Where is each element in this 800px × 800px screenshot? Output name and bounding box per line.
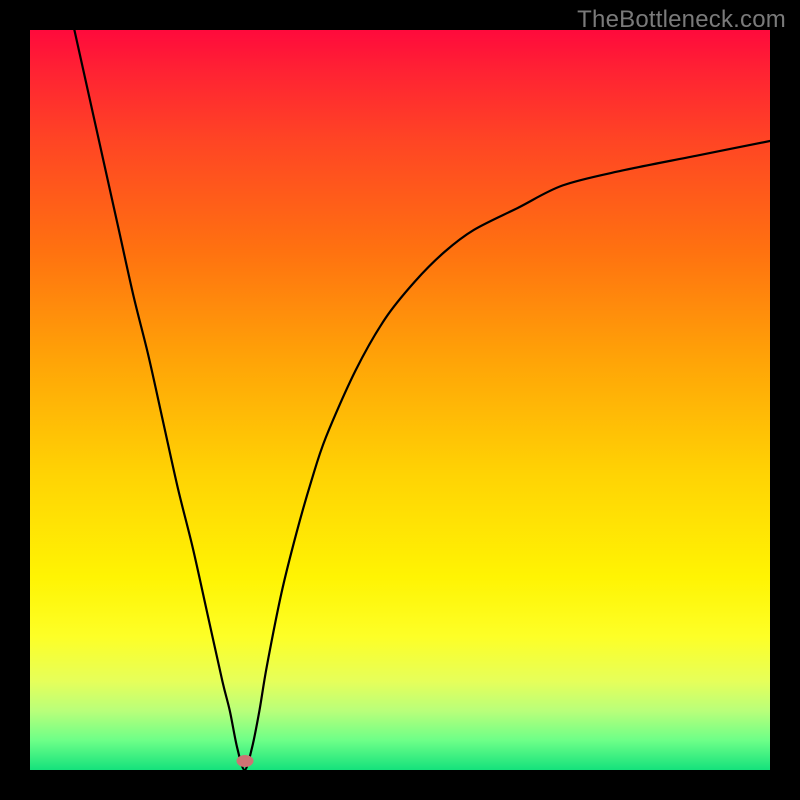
curve-svg <box>30 30 770 770</box>
chart-frame: TheBottleneck.com <box>0 0 800 800</box>
plot-area <box>30 30 770 770</box>
watermark-text: TheBottleneck.com <box>577 6 786 34</box>
bottleneck-curve <box>74 30 770 770</box>
minimum-marker <box>236 755 253 767</box>
